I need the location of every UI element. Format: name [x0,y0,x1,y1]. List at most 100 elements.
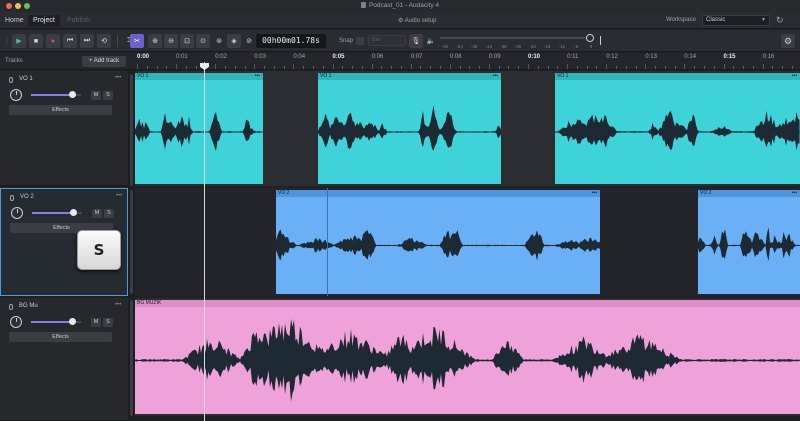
tab-home[interactable]: Home [0,15,29,27]
solo-button[interactable]: S [103,91,113,100]
microphone-icon [9,77,13,83]
zoom-toggle-button[interactable]: ⊚ [212,34,226,48]
clip-menu-icon[interactable]: ••• [792,190,797,197]
track-volume-slider[interactable] [31,318,81,325]
mute-button[interactable]: M [92,209,102,218]
ruler-tick [488,64,490,69]
audio-clip[interactable]: VO 1 ••• [135,73,263,184]
clip-menu-icon[interactable]: ••• [255,73,260,80]
ruler-tick [332,64,334,69]
solo-button[interactable]: S [103,318,113,327]
record-button[interactable]: ● [46,34,60,48]
clip-header[interactable]: BG MUZIK [135,300,800,307]
audio-setup-button[interactable]: ⚙ Audio setup [398,17,436,24]
clip-header[interactable]: VO 1 ••• [318,73,501,80]
ruler-tick [752,66,754,69]
clip-header[interactable]: VO 2 ••• [276,190,600,197]
title-bar: Podcast_01 - Audacity 4 [0,0,800,12]
playback-volume-slider[interactable] [440,34,596,42]
settings-gear-icon[interactable]: ⚙ [781,34,795,48]
volume-handle[interactable] [69,209,77,216]
stop-button[interactable]: ■ [29,34,43,48]
clip-menu-icon[interactable]: ••• [493,73,498,80]
track-lane-vo2[interactable]: VO 2 ••• VO 2 ••• [135,188,800,296]
ruler-tick [655,66,657,69]
audio-clip[interactable]: VO 2 ••• [276,190,600,294]
solo-button[interactable]: S [104,209,114,218]
track-panel-bg-music[interactable]: BG Mu ••• M S Effects [0,298,128,421]
skip-start-button[interactable]: ⏮ [63,34,77,48]
clip-header[interactable]: VO 1 ••• [135,73,263,80]
mute-button[interactable]: M [91,91,101,100]
volume-handle[interactable] [68,91,76,98]
more-options-icon[interactable]: ••• [115,302,121,308]
ruler-tick [322,66,324,69]
ruler-tick [156,66,158,69]
play-button[interactable]: ▶ [12,34,26,48]
track-volume-slider[interactable] [32,209,82,216]
timecode-display[interactable]: 00h00m01.78s [256,34,326,48]
ruler-tick-label: 0:06 [371,54,384,60]
volume-handle[interactable] [68,318,76,325]
pan-knob[interactable] [11,207,23,219]
loop-button[interactable]: ⟲ [97,34,111,48]
zoom-in-button[interactable]: ⊕ [148,34,162,48]
trim-icon: ◈ [231,38,237,45]
effects-button[interactable]: Effects [9,105,112,115]
more-options-icon[interactable]: ••• [116,193,122,199]
timeline-ruler[interactable]: 0:00 0:01 0:02 0:03 0:04 0:05 0:06 0:07 0:08 0:09… [135,53,800,70]
tab-publish[interactable]: Publish [62,15,95,27]
pan-knob[interactable] [10,89,22,101]
microphone-button[interactable]: 🎙 [409,34,423,48]
track-lane-bg-music[interactable]: BG MUZIK [135,298,800,416]
track-name[interactable]: VO 1 [19,76,33,82]
zoom-fit-button[interactable]: ⊙ [196,34,210,48]
silence-button[interactable]: ⊘ [242,34,256,48]
audio-clip[interactable]: VO 2 ••• [698,190,800,294]
loop-icon: ⟲ [101,38,107,45]
volume-knob[interactable] [586,34,594,42]
clip-header[interactable]: VO 2 ••• [698,190,800,197]
zoom-out-button[interactable]: ⊖ [164,34,178,48]
track-list-scrollbar[interactable] [128,70,135,421]
waveform-shape [318,105,501,151]
track-name[interactable]: VO 2 [20,194,34,200]
ruler-tick-label: 0:01 [176,54,188,60]
more-options-icon[interactable]: ••• [115,75,121,81]
pan-knob[interactable] [10,316,22,328]
speaker-button[interactable]: 🔈 [424,34,438,48]
audio-clip[interactable]: VO 1 ••• [555,73,800,184]
effects-button[interactable]: Effects [9,332,112,342]
track-name[interactable]: BG Mu [19,303,38,309]
track-panel-vo1[interactable]: VO 1 ••• M S Effects [0,71,128,186]
zoom-in-icon: ⊕ [152,38,158,45]
meter-tick-label: -12 [558,44,566,49]
trim-button[interactable]: ◈ [227,34,241,48]
clip-header[interactable]: VO 1 ••• [555,73,800,80]
zoom-selection-button[interactable]: ⊡ [180,34,194,48]
silence-icon: ⊘ [246,38,252,45]
record-icon: ● [50,37,56,45]
audio-clip[interactable]: VO 1 ••• [318,73,501,184]
clip-label: BG MUZIK [137,300,162,306]
tab-project[interactable]: Project [28,15,60,27]
add-track-button[interactable]: + Add track [82,56,126,67]
workspace-select[interactable]: Classic ▼ [702,15,770,26]
playhead[interactable] [204,62,205,421]
track-volume-slider[interactable] [31,91,81,98]
reset-workspace-icon[interactable]: ↻ [776,15,784,26]
ruler-tick-label: 0:12 [606,54,618,60]
microphone-icon [9,304,13,310]
snap-select[interactable]: Bar [368,35,406,46]
skip-end-button[interactable]: ⏭ [80,34,94,48]
clip-menu-icon[interactable]: ••• [592,190,597,197]
toolbar-grip-icon[interactable]: ⋮ [4,34,11,48]
mute-button[interactable]: M [91,318,101,327]
track-lane-vo1[interactable]: VO 1 ••• VO 1 ••• VO 1 ••• [135,71,800,186]
snap-checkbox[interactable] [356,37,364,45]
ruler-tick-label: 0:13 [645,54,657,60]
ruler-tick [518,66,520,69]
cut-tool-button[interactable]: ✂ [130,34,144,48]
audio-clip[interactable]: BG MUZIK [135,300,800,414]
clip-menu-icon[interactable]: ••• [792,73,797,80]
